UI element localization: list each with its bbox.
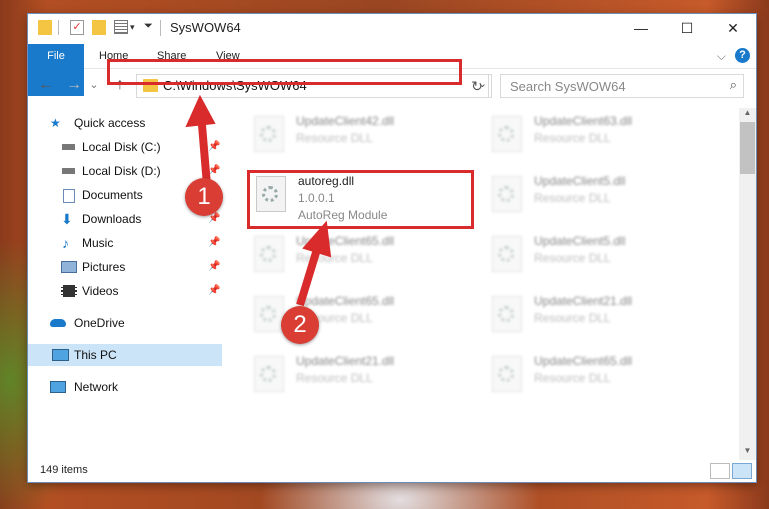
- arrow-1-shaft: [198, 124, 211, 186]
- arrow-2-shaft: [296, 244, 322, 307]
- annotation-arrows: [185, 94, 332, 307]
- arrow-1-head: [185, 94, 216, 128]
- arrow-2-head: [302, 220, 332, 258]
- step-badge-2: 2: [281, 306, 319, 344]
- step-badge-1: 1: [185, 178, 223, 216]
